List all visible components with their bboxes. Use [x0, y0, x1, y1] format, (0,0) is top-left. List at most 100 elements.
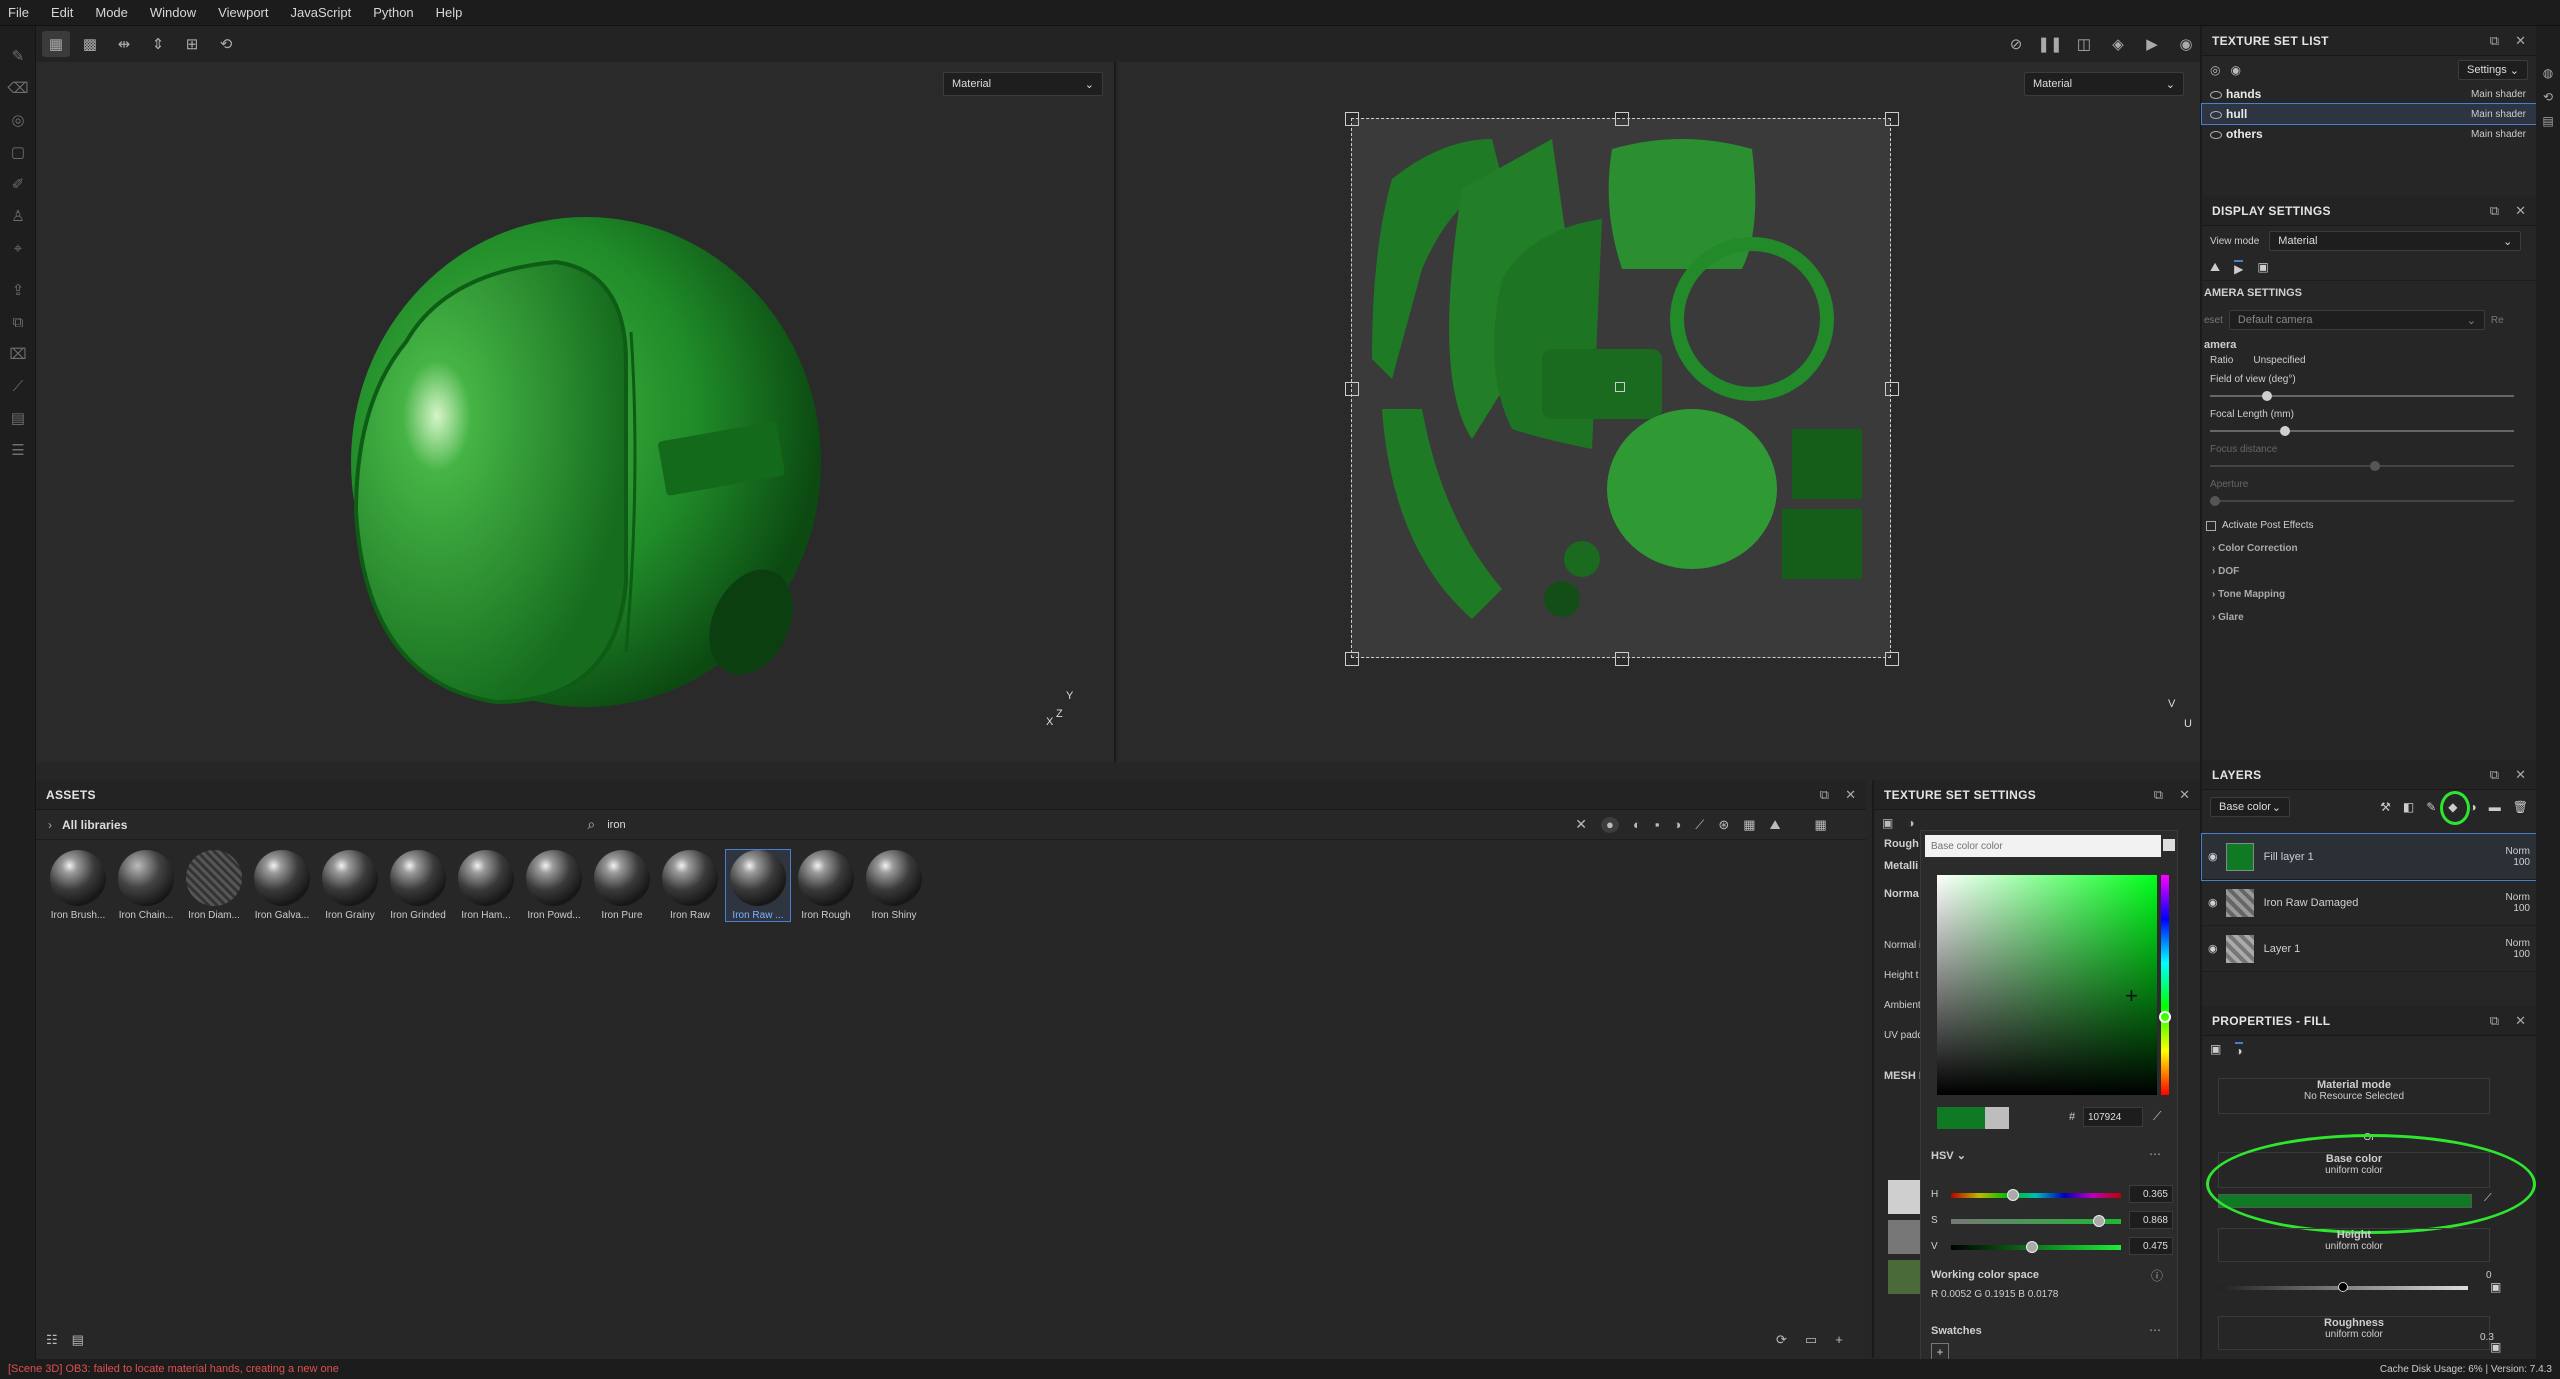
- texture-set-shader[interactable]: Main shader: [2471, 109, 2526, 120]
- tiles-icon[interactable]: ▩: [76, 31, 104, 57]
- settings-tab-icon[interactable]: ▣: [1882, 816, 1893, 830]
- info-icon[interactable]: ⓘ: [2151, 1267, 2163, 1284]
- folder-list-icon[interactable]: ▤: [72, 1332, 84, 1348]
- eraser-icon[interactable]: ⌫: [0, 72, 36, 104]
- hue-knob[interactable]: [2159, 1011, 2171, 1023]
- solo-icon[interactable]: ◎: [2210, 63, 2220, 77]
- h-slider-knob[interactable]: [2007, 1189, 2020, 1201]
- menu-edit[interactable]: Edit: [51, 5, 73, 20]
- height-slider[interactable]: [2218, 1282, 2468, 1292]
- transform-handle[interactable]: [1885, 382, 1899, 396]
- transform-center[interactable]: [1615, 382, 1625, 392]
- filter-particle-icon[interactable]: ⊛: [1718, 817, 1729, 833]
- section-color-correction[interactable]: › Color Correction: [2202, 535, 2536, 558]
- viewport-3d-mode-select[interactable]: Material ⌄: [943, 72, 1103, 96]
- export-icon[interactable]: ⇪: [0, 274, 36, 306]
- undock-icon[interactable]: ⧉: [2154, 787, 2163, 803]
- asset-item[interactable]: Iron Powd...: [522, 850, 586, 921]
- chevron-right-icon[interactable]: ›: [48, 818, 52, 832]
- view-mode-select[interactable]: Material ⌄: [2269, 231, 2522, 251]
- smudge-icon[interactable]: ✐: [0, 168, 36, 200]
- split-view-icon[interactable]: ◫: [2070, 31, 2098, 57]
- eye-icon[interactable]: [2210, 90, 2222, 99]
- list-icon[interactable]: ☷: [46, 1332, 58, 1348]
- fov-slider[interactable]: [2210, 391, 2514, 401]
- asset-item[interactable]: Iron Grinded: [386, 850, 450, 921]
- asset-item[interactable]: Iron Raw: [658, 850, 722, 921]
- cube-icon[interactable]: ◈: [2104, 31, 2132, 57]
- undock-icon[interactable]: ⧉: [1820, 787, 1829, 803]
- eye-icon[interactable]: ◉: [2208, 850, 2218, 863]
- v-input[interactable]: [2129, 1237, 2173, 1255]
- s-slider[interactable]: [1951, 1215, 2121, 1227]
- channel-select[interactable]: Base color ⌄: [2210, 797, 2290, 817]
- transform-handle[interactable]: [1615, 112, 1629, 126]
- height-slider-knob[interactable]: [2338, 1282, 2348, 1292]
- add-smart-material-icon[interactable]: ◑: [2470, 800, 2477, 814]
- color-mode-select[interactable]: HSV ⌄: [1931, 1149, 1966, 1162]
- material-mode-box[interactable]: Material mode No Resource Selected: [2218, 1078, 2490, 1114]
- pause-icon[interactable]: ❚❚: [2036, 31, 2064, 57]
- tool-icon[interactable]: ⌧: [0, 338, 36, 370]
- layer-blend[interactable]: Norm 100: [2490, 938, 2530, 960]
- color-name-input[interactable]: [1925, 835, 2161, 857]
- h-slider[interactable]: [1951, 1189, 2121, 1201]
- globe-icon[interactable]: ◍: [2536, 66, 2560, 80]
- log-icon[interactable]: ▤: [2536, 114, 2560, 128]
- ruler-icon[interactable]: ⟋: [0, 370, 36, 402]
- menu-javascript[interactable]: JavaScript: [290, 5, 351, 20]
- hide-icon[interactable]: ⊘: [2002, 31, 2030, 57]
- v-slider[interactable]: [1951, 1241, 2121, 1253]
- settings-dropdown[interactable]: Settings ⌄: [2458, 60, 2528, 80]
- asset-item[interactable]: Iron Shiny: [862, 850, 926, 921]
- eye-icon[interactable]: ◉: [2208, 942, 2218, 955]
- close-icon[interactable]: ✕: [2515, 33, 2526, 49]
- asset-item[interactable]: Iron Grainy: [318, 850, 382, 921]
- reset-button[interactable]: Re: [2491, 315, 2504, 326]
- close-icon[interactable]: ✕: [2515, 1013, 2526, 1029]
- viewport-2d-mode-select[interactable]: Material ⌄: [2024, 72, 2184, 96]
- mesh-thumbnail[interactable]: [1888, 1220, 1922, 1254]
- transform-handle[interactable]: [1345, 652, 1359, 666]
- focal-length-slider[interactable]: [2210, 426, 2514, 436]
- mesh-thumbnail[interactable]: [1888, 1180, 1922, 1214]
- focal-length-slider-knob[interactable]: [2280, 426, 2290, 436]
- asset-item[interactable]: Iron Galva...: [250, 850, 314, 921]
- clear-search-icon[interactable]: ✕: [1575, 816, 1587, 833]
- delete-layer-icon[interactable]: 🗑: [2513, 800, 2528, 814]
- projection-icon[interactable]: ◎: [0, 104, 36, 136]
- search-input[interactable]: [607, 818, 1568, 831]
- layer-blend[interactable]: Norm 100: [2490, 846, 2530, 868]
- roughness-box[interactable]: Roughness uniform color: [2218, 1316, 2490, 1350]
- menu-viewport[interactable]: Viewport: [218, 5, 268, 20]
- s-input[interactable]: [2129, 1211, 2173, 1229]
- library-icon[interactable]: ▤: [0, 402, 36, 434]
- history-icon[interactable]: ⟲: [2536, 90, 2560, 104]
- layer-row-selected[interactable]: ◉ Fill layer 1 Norm 100: [2201, 833, 2537, 881]
- add-paint-layer-icon[interactable]: ✎: [2426, 800, 2436, 814]
- eyedropper-icon[interactable]: ⟋: [2153, 1109, 2161, 1124]
- camera-tab-icon[interactable]: ▶: [2234, 260, 2244, 276]
- shelf-icon[interactable]: ☰: [0, 434, 36, 466]
- visibility-icon[interactable]: ◉: [2230, 63, 2240, 77]
- filter-material-icon[interactable]: ●: [1600, 816, 1619, 833]
- close-icon[interactable]: ✕: [1845, 787, 1856, 803]
- settings-tab-icon[interactable]: ▣: [2210, 1042, 2221, 1058]
- asset-item[interactable]: Iron Pure: [590, 850, 654, 921]
- menu-file[interactable]: File: [8, 5, 29, 20]
- grid-view-icon[interactable]: ▦: [42, 31, 70, 57]
- viewport-3d[interactable]: Material ⌄ Y X Z: [36, 62, 1116, 762]
- asset-item[interactable]: Iron Diam...: [182, 850, 246, 921]
- geometry-mask-icon[interactable]: ▢: [0, 136, 36, 168]
- layer-blend[interactable]: Norm 100: [2490, 892, 2530, 914]
- transform-handle[interactable]: [1615, 652, 1629, 666]
- view-grid-icon[interactable]: ▦: [1815, 817, 1827, 833]
- symmetry-y-icon[interactable]: ⇕: [144, 31, 172, 57]
- screenshot-icon[interactable]: ◉: [2172, 31, 2200, 57]
- menu-help[interactable]: Help: [436, 5, 463, 20]
- section-glare[interactable]: › Glare: [2202, 604, 2536, 627]
- material-tab-icon[interactable]: ◑: [2235, 1042, 2243, 1058]
- texture-set-shader[interactable]: Main shader: [2471, 89, 2526, 100]
- material-tab-icon[interactable]: ◑: [1907, 816, 1914, 830]
- asset-item[interactable]: Iron Rough: [794, 850, 858, 921]
